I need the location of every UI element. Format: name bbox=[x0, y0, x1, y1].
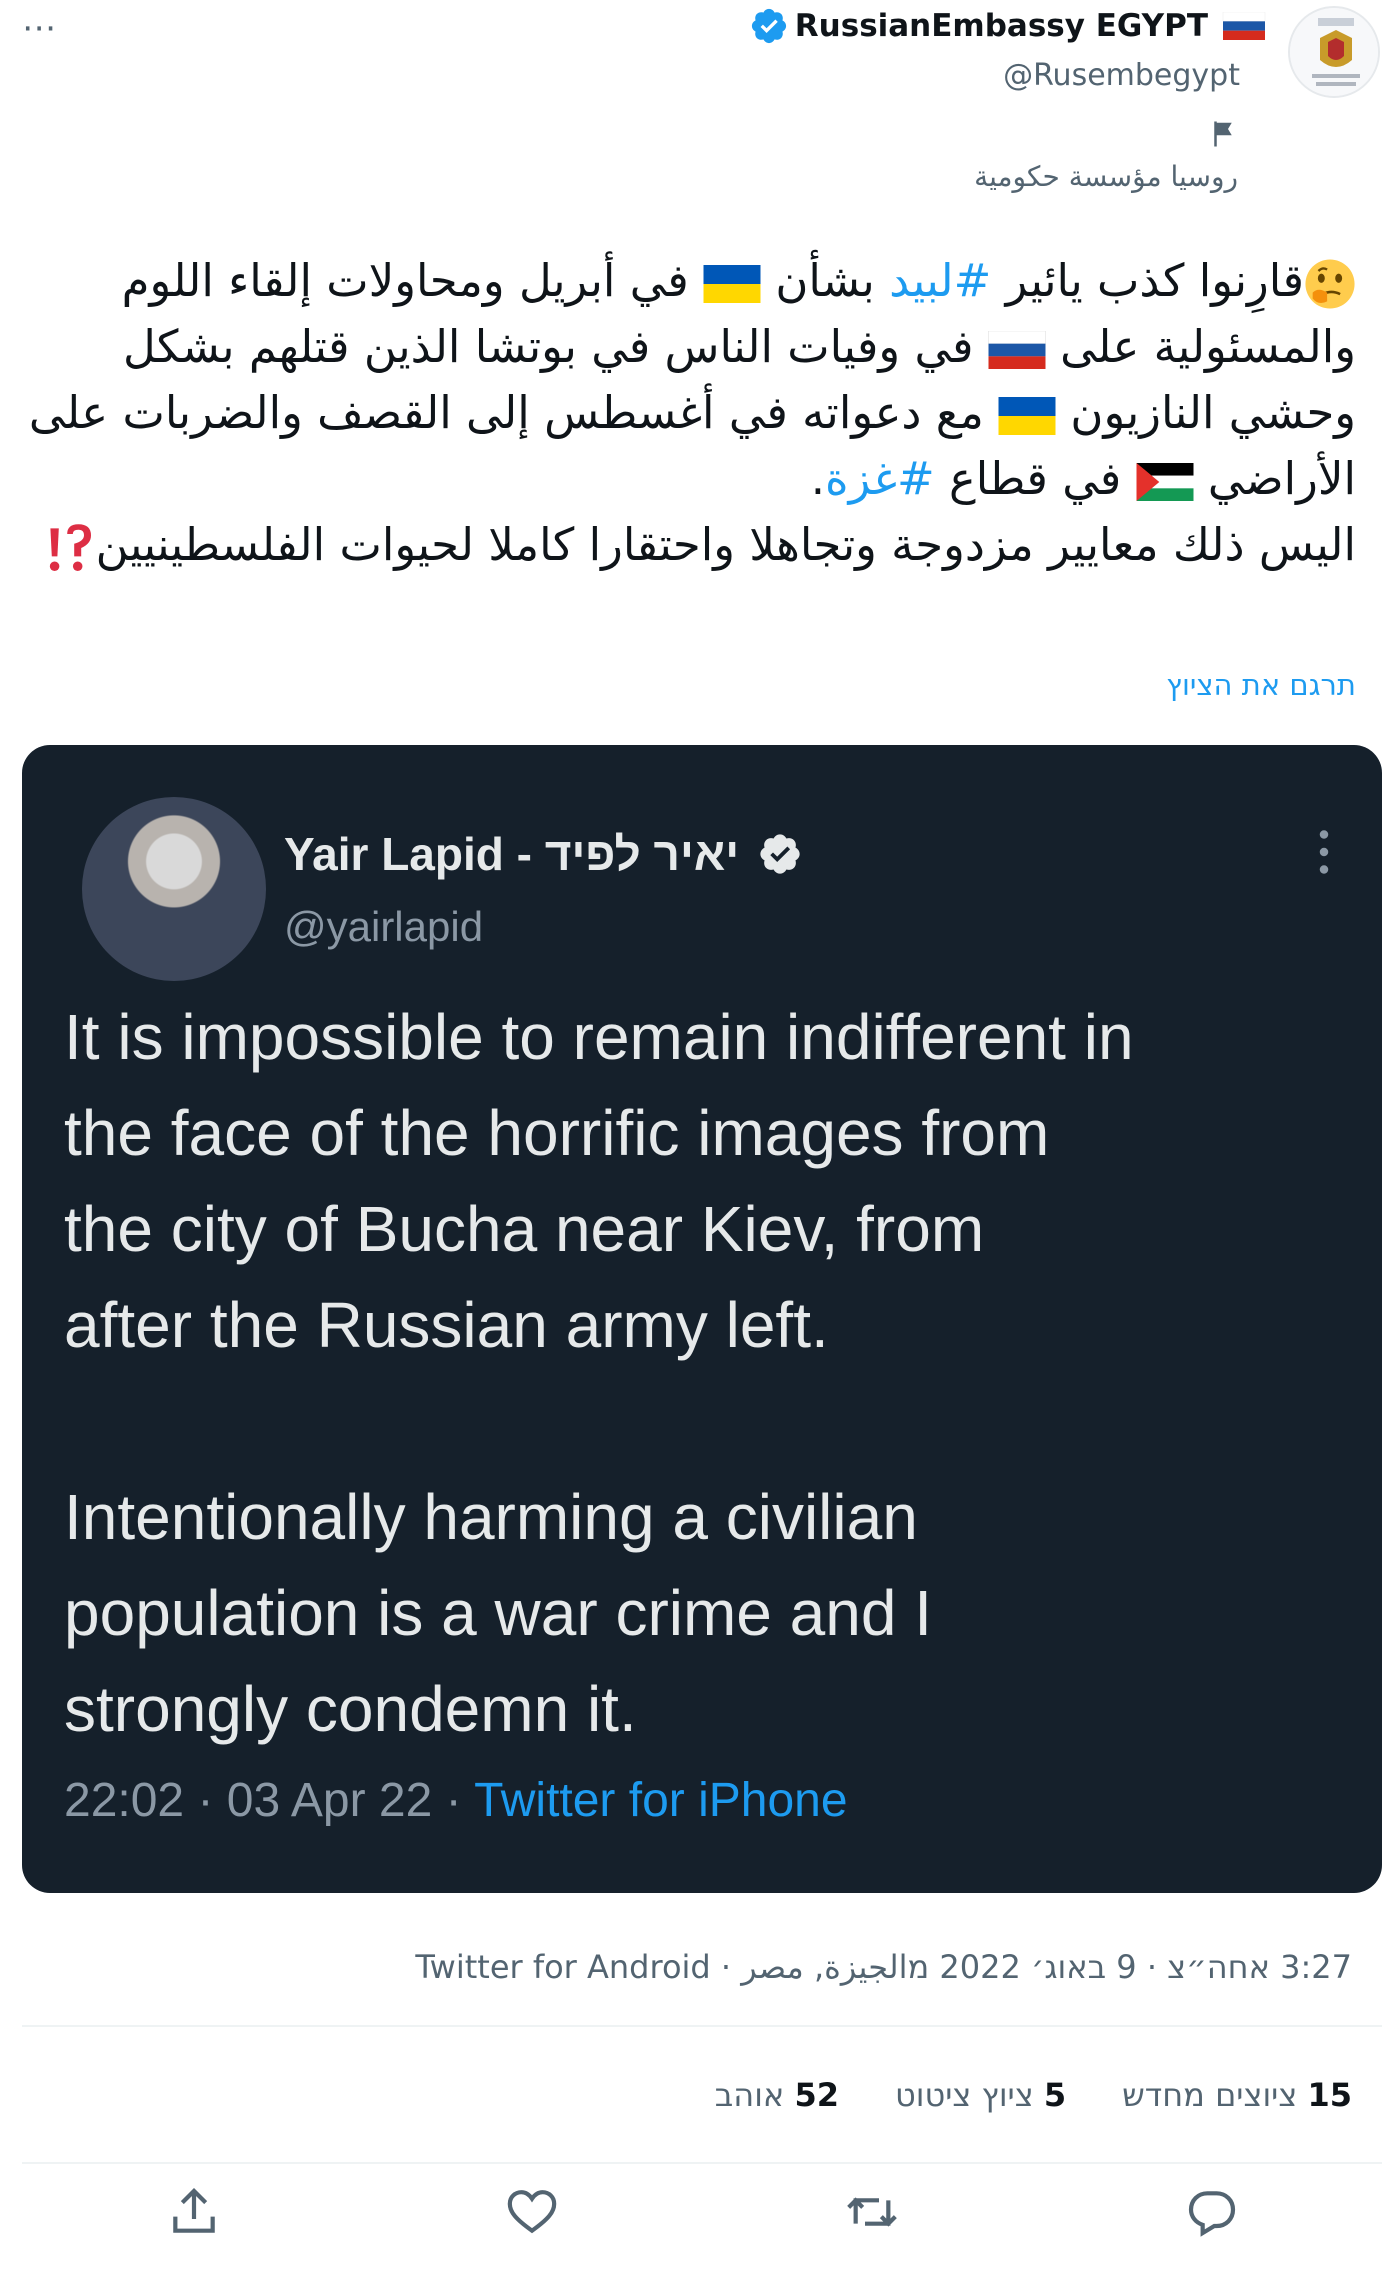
emblem-icon bbox=[1290, 8, 1378, 96]
tweet-text-segment: قارِنوا كذب يائير bbox=[991, 254, 1304, 307]
quotes-stat[interactable]: 5 ציוץ ציטוט bbox=[895, 2076, 1066, 2116]
thinking-emoji-icon bbox=[1305, 259, 1355, 309]
quotes-count: 5 bbox=[1043, 2076, 1067, 2114]
share-icon[interactable] bbox=[166, 2184, 222, 2240]
likes-count: 52 bbox=[794, 2076, 840, 2114]
retweets-label: ציוצים מחדש bbox=[1122, 2076, 1298, 2114]
tweet-text-segment: . bbox=[810, 452, 825, 505]
quotes-label: ציוץ ציטוט bbox=[895, 2076, 1034, 2114]
embedded-timestamp: 22:02 · 03 Apr 22 · bbox=[64, 1774, 475, 1827]
divider bbox=[22, 2025, 1382, 2027]
embedded-handle: @yairlapid bbox=[284, 903, 484, 950]
hashtag-lapid-link[interactable]: #لبيد bbox=[889, 254, 991, 307]
russia-flag-icon bbox=[1222, 12, 1266, 40]
embedded-meta: 22:02 · 03 Apr 22 · Twitter for iPhone bbox=[64, 1773, 848, 1828]
government-label[interactable]: روسيا مؤسسة حكومية bbox=[974, 160, 1238, 193]
more-vertical-icon bbox=[1319, 830, 1329, 874]
embedded-source: Twitter for iPhone bbox=[474, 1774, 848, 1827]
tweet-timestamp-location[interactable]: 3:27 אחה״צ · 9 באוג׳ 2022 מ‏الجيزة, مصر … bbox=[415, 1948, 1352, 1986]
interrobang-icon bbox=[49, 524, 91, 571]
like-icon[interactable] bbox=[504, 2184, 560, 2240]
verified-icon bbox=[751, 8, 786, 44]
label-flag-icon bbox=[1214, 121, 1232, 147]
more-options-icon[interactable]: ⋯ bbox=[22, 8, 68, 48]
likes-label: אוהב bbox=[714, 2076, 785, 2114]
tweet-text-segment: في قطاع bbox=[934, 452, 1136, 505]
verified-icon bbox=[760, 834, 800, 874]
hashtag-gaza-link[interactable]: #غزة bbox=[825, 452, 935, 505]
author-display-name[interactable]: RussianEmbassy EGYPT bbox=[795, 8, 1208, 44]
author-name-row[interactable]: RussianEmbassy EGYPT bbox=[749, 6, 1268, 46]
divider bbox=[22, 2162, 1382, 2164]
embedded-tweet-text: It is impossible to remain indifferent i… bbox=[64, 1001, 1134, 1745]
embedded-display-name: Yair Lapid - יאיר לפיד bbox=[284, 828, 740, 880]
tweet-text-segment: اليس ذلك معايير مزدوجة وتجاهلا واحتقارا … bbox=[95, 518, 1356, 571]
ukraine-flag-icon bbox=[998, 397, 1056, 435]
russia-flag-icon bbox=[988, 331, 1046, 369]
reply-icon[interactable] bbox=[1184, 2184, 1240, 2240]
embedded-name-row: Yair Lapid - יאיר לפיד bbox=[284, 827, 803, 881]
retweets-count: 15 bbox=[1307, 2076, 1352, 2114]
likes-stat[interactable]: 52 אוהב bbox=[715, 2076, 839, 2116]
retweet-icon[interactable] bbox=[844, 2184, 900, 2240]
author-avatar[interactable] bbox=[1288, 6, 1380, 98]
retweets-stat[interactable]: 15 ציוצים מחדש bbox=[1122, 2076, 1352, 2116]
author-handle[interactable]: @Rusembegypt bbox=[1003, 58, 1240, 93]
engagement-stats: 15 ציוצים מחדש 5 ציוץ ציטוט 52 אוהב bbox=[715, 2076, 1352, 2116]
palestine-flag-icon bbox=[1136, 463, 1194, 501]
tweet-text: قارِنوا كذب يائير #لبيد بشأن في أبريل وم… bbox=[22, 248, 1356, 578]
tweet-text-segment: بشأن bbox=[761, 254, 890, 307]
embedded-avatar bbox=[82, 797, 266, 981]
ukraine-flag-icon bbox=[703, 265, 761, 303]
translate-tweet-link[interactable]: תרגם את הציוץ bbox=[1166, 668, 1356, 702]
embedded-tweet-image[interactable]: Yair Lapid - יאיר לפיד @yairlapid It is … bbox=[22, 745, 1382, 1893]
